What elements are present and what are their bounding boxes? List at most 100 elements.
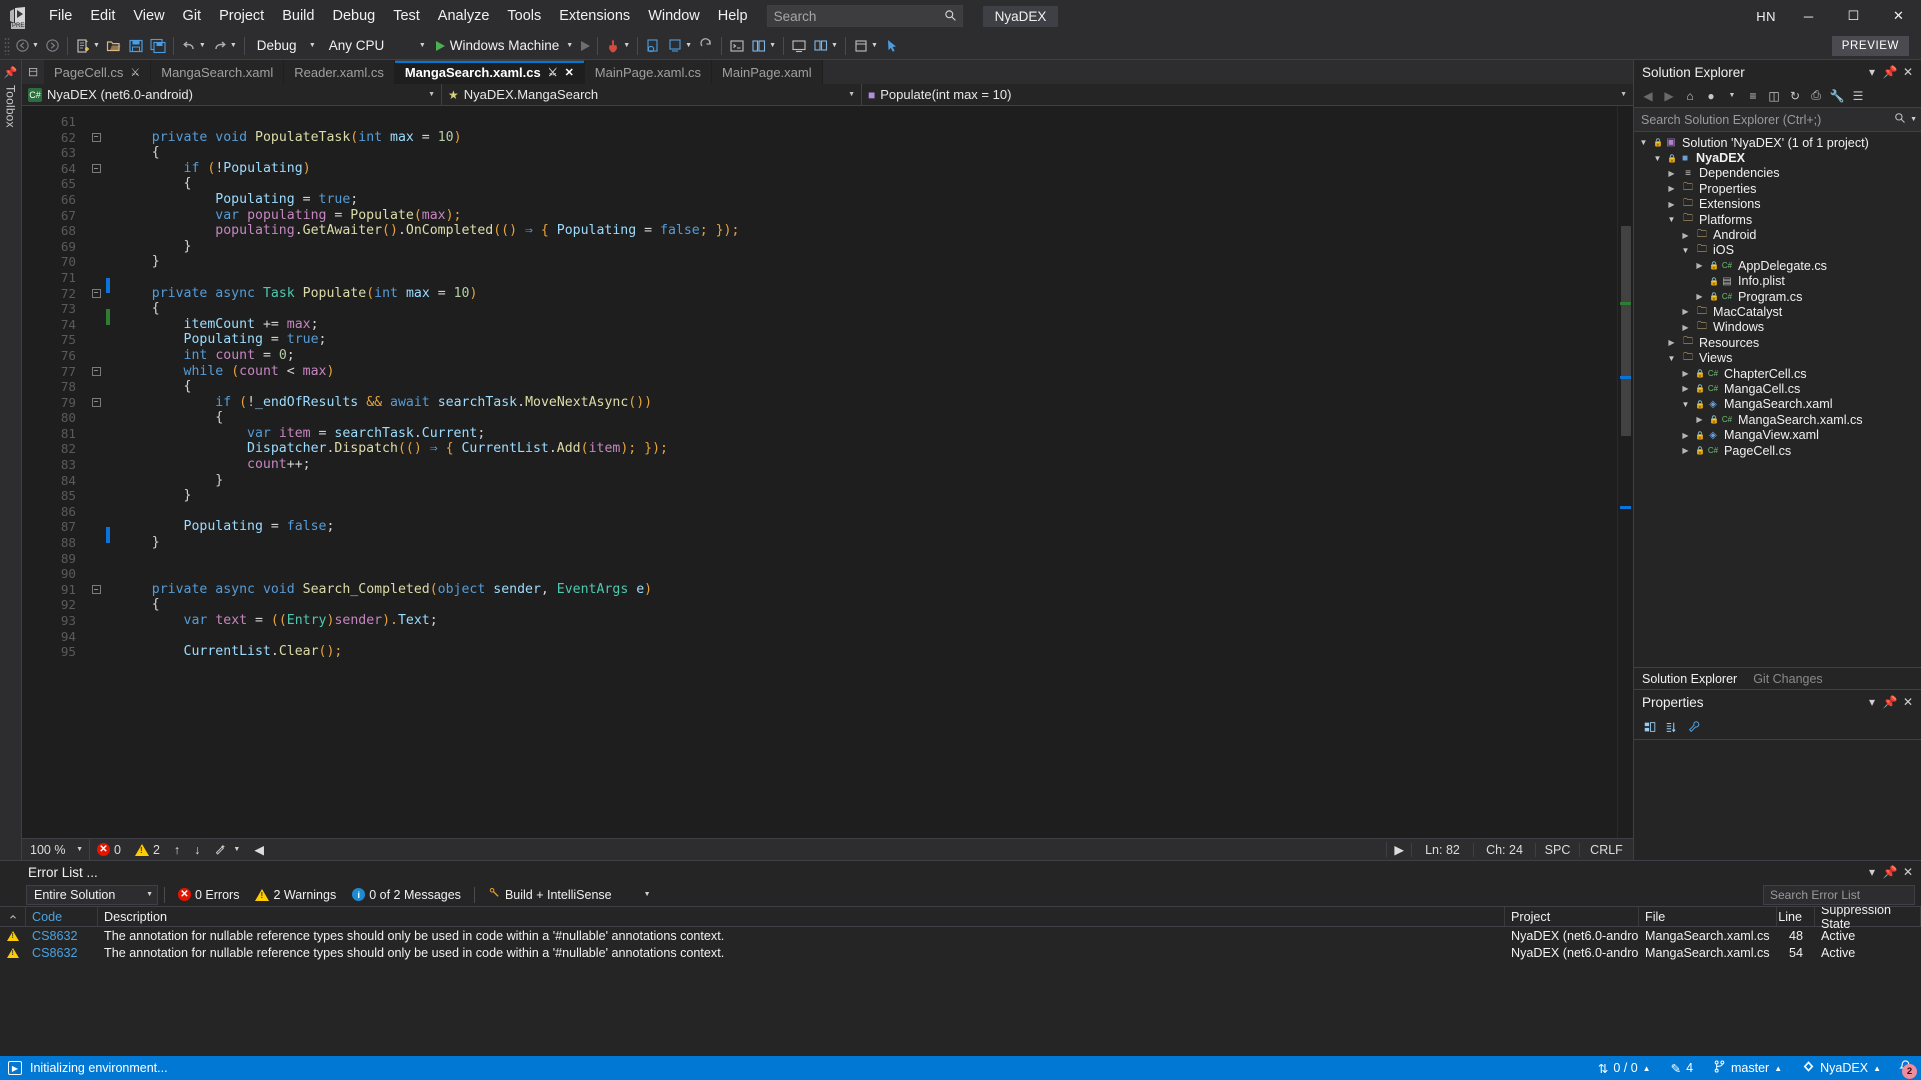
close-icon[interactable]: ✕ bbox=[1899, 693, 1917, 711]
previous-issue-button[interactable]: ↑ bbox=[167, 839, 187, 860]
menu-debug[interactable]: Debug bbox=[323, 0, 384, 32]
properties-icon[interactable]: 🔧 bbox=[1827, 86, 1847, 106]
menu-file[interactable]: File bbox=[40, 0, 81, 32]
solution-tree[interactable]: ▼ 🔒 ▣ Solution 'NyaDEX' (1 of 1 project) ▼ 🔒 ■… bbox=[1634, 132, 1921, 667]
terminal-button[interactable] bbox=[726, 34, 748, 58]
chevron-down-icon[interactable]: ▼ bbox=[1680, 246, 1691, 255]
scroll-right-button[interactable]: ▶ bbox=[1386, 842, 1411, 857]
code-line[interactable]: 87 Populating = false; bbox=[22, 519, 1617, 543]
error-list-row[interactable]: CS8632 The annotation for nullable refere… bbox=[0, 944, 1921, 961]
tree-item[interactable]: ▶ 🔒 ◈ MangaView.xaml bbox=[1634, 427, 1921, 442]
maximize-button[interactable]: ☐ bbox=[1831, 0, 1876, 32]
hot-reload-button[interactable]: ▼ bbox=[602, 34, 633, 58]
tab-pagecell-cs[interactable]: PageCell.cs ⚔ bbox=[44, 60, 152, 84]
code-line[interactable]: 77 − while (count < max) bbox=[22, 364, 1617, 380]
properties-wrench-icon[interactable] bbox=[1684, 717, 1704, 737]
code-line[interactable]: 63 { bbox=[22, 145, 1617, 161]
tab-git-changes[interactable]: Git Changes bbox=[1745, 672, 1830, 686]
open-file-button[interactable] bbox=[103, 34, 125, 58]
code-line[interactable]: 64 − if (!Populating) bbox=[22, 161, 1617, 177]
tree-item[interactable]: ▶ 🗀 MacCatalyst bbox=[1634, 304, 1921, 319]
tree-item[interactable]: ▶ 🗀 Windows bbox=[1634, 320, 1921, 335]
menu-window[interactable]: Window bbox=[639, 0, 709, 32]
errors-filter-toggle[interactable]: ✕ 0 Errors bbox=[171, 885, 246, 905]
code-line[interactable]: 80 { bbox=[22, 410, 1617, 426]
toolbox-label[interactable]: Toolbox bbox=[4, 85, 18, 128]
scrollbar-thumb[interactable] bbox=[1621, 226, 1631, 436]
tab-mangasearch-xaml-cs[interactable]: MangaSearch.xaml.cs ⚔ ✕ bbox=[394, 60, 585, 84]
chevron-right-icon[interactable]: ▶ bbox=[1680, 307, 1691, 316]
home-icon[interactable]: ⌂ bbox=[1680, 86, 1700, 106]
layout-columns-button[interactable]: ▼ bbox=[748, 34, 779, 58]
pointer-tool-button[interactable] bbox=[881, 34, 903, 58]
pin-icon[interactable]: 📌 bbox=[1881, 693, 1899, 711]
column-severity[interactable] bbox=[0, 907, 26, 926]
tab-mainpage-xaml[interactable]: MainPage.xaml bbox=[712, 60, 823, 84]
pin-icon[interactable]: 📌 bbox=[4, 66, 18, 79]
menu-extensions[interactable]: Extensions bbox=[550, 0, 639, 32]
tree-item[interactable]: ▼ 🗀 iOS bbox=[1634, 243, 1921, 258]
chevron-down-icon[interactable]: ▼ bbox=[1722, 86, 1742, 106]
next-issue-button[interactable]: ↓ bbox=[187, 839, 207, 860]
code-line[interactable]: 71 bbox=[22, 270, 1617, 294]
error-count-indicator[interactable]: ✕ 0 bbox=[90, 839, 128, 860]
toolbar-grip[interactable] bbox=[4, 36, 10, 55]
minimize-button[interactable]: ─ bbox=[1786, 0, 1831, 32]
code-line[interactable]: 69 } bbox=[22, 239, 1617, 255]
chevron-down-icon[interactable]: ▼ bbox=[1680, 400, 1691, 409]
column-suppression-state[interactable]: Suppression State bbox=[1815, 907, 1921, 931]
solution-platform-dropdown[interactable]: Any CPU ▼ bbox=[322, 35, 430, 57]
column-description[interactable]: Description bbox=[98, 907, 1505, 926]
tree-item[interactable]: ▼ 🔒 ◈ MangaSearch.xaml bbox=[1634, 397, 1921, 412]
code-line[interactable]: 72 − private async Task Populate(int max … bbox=[22, 286, 1617, 302]
tab-mangasearch-xaml[interactable]: MangaSearch.xaml bbox=[151, 60, 285, 84]
pending-changes[interactable]: ✎ 4 bbox=[1661, 1056, 1703, 1080]
collapse-all-icon[interactable]: ≡ bbox=[1743, 86, 1763, 106]
refresh-icon[interactable]: ↻ bbox=[1785, 86, 1805, 106]
code-line[interactable]: 65 { bbox=[22, 176, 1617, 192]
nav-member-dropdown[interactable]: ■ Populate(int max = 10) ▼ bbox=[862, 84, 1633, 105]
warnings-filter-toggle[interactable]: 2 Warnings bbox=[248, 885, 343, 905]
start-without-debugging-button[interactable] bbox=[578, 34, 593, 58]
pending-changes-filter-icon[interactable]: ● bbox=[1701, 86, 1721, 106]
chevron-right-icon[interactable]: ▶ bbox=[1694, 415, 1705, 424]
branch-selector[interactable]: master ▲ bbox=[1703, 1056, 1792, 1080]
code-line[interactable]: 78 { bbox=[22, 379, 1617, 395]
chevron-right-icon[interactable]: ▶ bbox=[1666, 200, 1677, 209]
column-project[interactable]: Project bbox=[1505, 907, 1639, 926]
close-button[interactable]: ✕ bbox=[1876, 0, 1921, 32]
alphabetical-view-icon[interactable] bbox=[1662, 717, 1682, 737]
editor-vertical-scrollbar[interactable] bbox=[1617, 106, 1633, 838]
tree-item[interactable]: ▶ 🔒 C# Program.cs bbox=[1634, 289, 1921, 304]
menu-help[interactable]: Help bbox=[709, 0, 757, 32]
tree-item[interactable]: ▼ 🗀 Platforms bbox=[1634, 212, 1921, 227]
view-code-icon[interactable]: ⎙ bbox=[1806, 86, 1826, 106]
tree-item[interactable]: ▼ 🔒 ▣ Solution 'NyaDEX' (1 of 1 project) bbox=[1634, 135, 1921, 150]
column-line[interactable]: Line bbox=[1777, 907, 1815, 926]
source-control-sync[interactable]: ⇅ 0 / 0 ▲ bbox=[1588, 1056, 1661, 1080]
menu-test[interactable]: Test bbox=[384, 0, 429, 32]
code-line[interactable]: 61 bbox=[22, 114, 1617, 130]
chevron-right-icon[interactable]: ▶ bbox=[1666, 338, 1677, 347]
preview-selected-items-icon[interactable]: ☰ bbox=[1848, 86, 1868, 106]
menu-analyze[interactable]: Analyze bbox=[429, 0, 499, 32]
user-account-avatar[interactable]: HN bbox=[1746, 9, 1786, 24]
scroll-left-button[interactable]: ◀ bbox=[247, 839, 271, 860]
quick-actions-button[interactable]: ▼ bbox=[207, 839, 247, 860]
tree-item[interactable]: ▶ 🔒 C# MangaCell.cs bbox=[1634, 381, 1921, 396]
build-filter-dropdown[interactable]: Build + IntelliSense ▼ bbox=[481, 885, 658, 905]
dock-menu-icon[interactable]: ▾ bbox=[1863, 63, 1881, 81]
split-view-button[interactable]: ▼ bbox=[810, 34, 841, 58]
dock-menu-icon[interactable]: ▾ bbox=[1863, 863, 1881, 881]
show-all-files-icon[interactable]: ◫ bbox=[1764, 86, 1784, 106]
tree-item[interactable]: ▶ 🔒 C# PageCell.cs bbox=[1634, 443, 1921, 458]
chevron-down-icon[interactable]: ▼ bbox=[1666, 215, 1677, 224]
menu-tools[interactable]: Tools bbox=[498, 0, 550, 32]
tree-item[interactable]: ▼ 🗀 Views bbox=[1634, 350, 1921, 365]
save-all-button[interactable] bbox=[147, 34, 169, 58]
tree-item[interactable]: ▶ 🗀 Extensions bbox=[1634, 197, 1921, 212]
column-code[interactable]: Code bbox=[26, 907, 98, 926]
fold-collapse-icon[interactable]: − bbox=[88, 132, 104, 142]
tab-mainpage-xaml-cs[interactable]: MainPage.xaml.cs bbox=[584, 60, 713, 84]
chevron-down-icon[interactable]: ▼ bbox=[1652, 154, 1663, 163]
